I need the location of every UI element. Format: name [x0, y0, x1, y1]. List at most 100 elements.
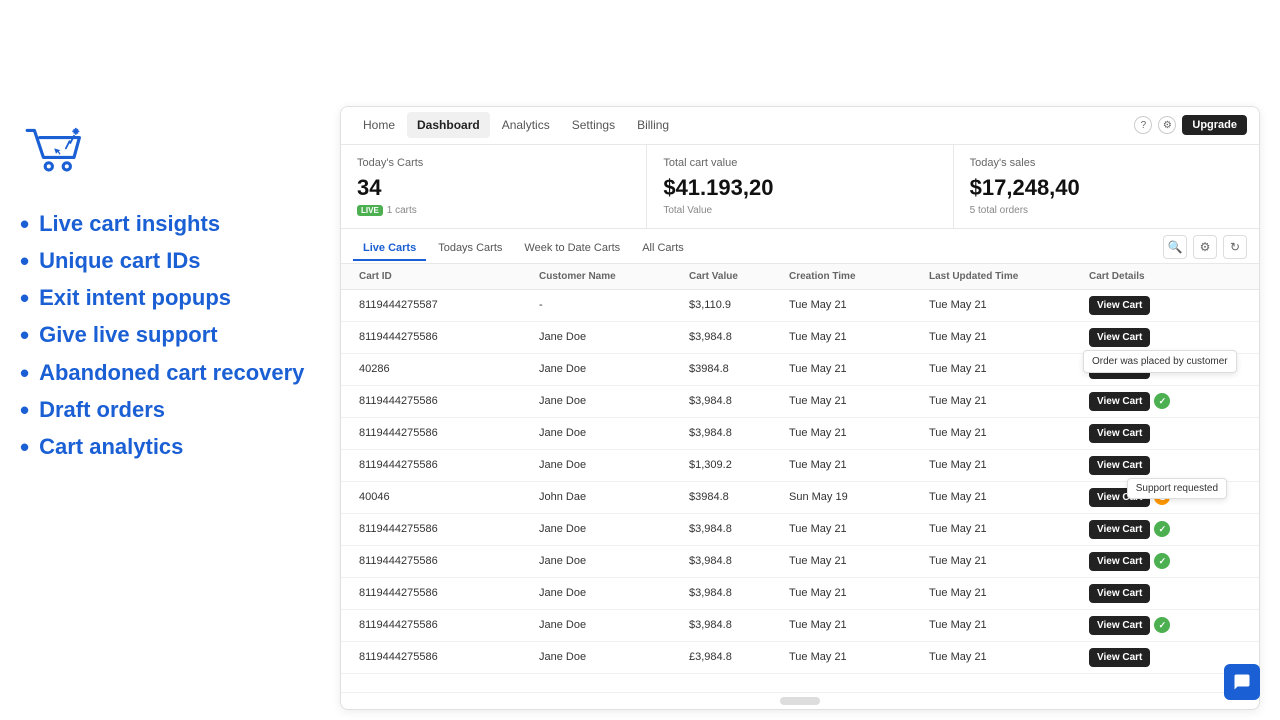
view-cart-button[interactable]: View Cart: [1089, 520, 1150, 539]
chat-bubble[interactable]: [1224, 664, 1260, 700]
cart-details-cell: View Cart: [1083, 578, 1247, 609]
table-cell: £3,984.8: [683, 645, 783, 669]
table-cell: 8119444275586: [353, 613, 533, 637]
table-cell: Jane Doe: [533, 453, 683, 477]
view-cart-button[interactable]: View Cart: [1089, 648, 1150, 667]
table-cell: Tue May 21: [783, 293, 923, 317]
headline: [20, 28, 1260, 88]
chat-icon: [1233, 673, 1251, 691]
table-cell: $3,984.8: [683, 549, 783, 573]
nav-item-settings[interactable]: Settings: [562, 112, 625, 138]
upgrade-button[interactable]: Upgrade: [1182, 115, 1247, 135]
table-cell: Jane Doe: [533, 517, 683, 541]
refresh-button[interactable]: ↻: [1223, 235, 1247, 259]
bullet-item: Abandoned cart recovery: [20, 360, 320, 389]
logo-area: [20, 116, 320, 193]
view-cart-button[interactable]: View Cart: [1089, 328, 1150, 347]
table-cell: Tue May 21: [783, 357, 923, 381]
table-cell: Tue May 21: [923, 293, 1083, 317]
table-cell: 8119444275586: [353, 581, 533, 605]
help-icon[interactable]: ?: [1134, 116, 1152, 134]
table-cell: Tue May 21: [923, 421, 1083, 445]
table-cell: $3,984.8: [683, 613, 783, 637]
page-header: [0, 0, 1280, 106]
nav-item-dashboard[interactable]: Dashboard: [407, 112, 490, 138]
view-cart-button[interactable]: View Cart: [1089, 584, 1150, 603]
nav-item-billing[interactable]: Billing: [627, 112, 679, 138]
stat-label: Today's sales: [970, 157, 1243, 169]
table-cell: Tue May 21: [783, 581, 923, 605]
stat-sub: 5 total orders: [970, 205, 1243, 216]
table-row: 8119444275586Jane Doe$3,984.8Tue May 21T…: [341, 610, 1259, 642]
view-cart-button[interactable]: View Cart: [1089, 392, 1150, 411]
cart-details-cell: View Cart: [1083, 642, 1247, 673]
table-cell: Tue May 21: [923, 389, 1083, 413]
table-cell: Tue May 21: [923, 549, 1083, 573]
table-tab-week-to-date-carts[interactable]: Week to Date Carts: [514, 237, 630, 261]
view-cart-button[interactable]: View Cart: [1089, 616, 1150, 635]
stat-label: Total cart value: [663, 157, 936, 169]
left-panel: Live cart insightsUnique cart IDsExit in…: [20, 106, 320, 710]
table-cell: Tue May 21: [923, 325, 1083, 349]
table-cell: 8119444275586: [353, 453, 533, 477]
table-cell: Jane Doe: [533, 581, 683, 605]
table-cell: 8119444275586: [353, 421, 533, 445]
table-cell: Tue May 21: [923, 357, 1083, 381]
view-cart-button[interactable]: View Cart: [1089, 552, 1150, 571]
table-header: Cart IDCustomer NameCart ValueCreation T…: [341, 264, 1259, 290]
table-cell: Tue May 21: [783, 645, 923, 669]
scroll-indicator: [341, 692, 1259, 709]
cart-details-cell: View Cart✓: [1083, 386, 1247, 417]
table-cell: Jane Doe: [533, 357, 683, 381]
data-table: Cart IDCustomer NameCart ValueCreation T…: [341, 264, 1259, 692]
table-header-cell: Last Updated Time: [923, 264, 1083, 289]
table-cell: Tue May 21: [923, 613, 1083, 637]
table-cell: $3,984.8: [683, 581, 783, 605]
view-cart-button[interactable]: View Cart: [1089, 456, 1150, 475]
stat-value: $17,248,40: [970, 175, 1243, 201]
scroll-thumb[interactable]: [780, 697, 820, 705]
table-header-cell: Customer Name: [533, 264, 683, 289]
table-cell: $1,309.2: [683, 453, 783, 477]
table-header-cell: Cart ID: [353, 264, 533, 289]
table-cell: $3,984.8: [683, 389, 783, 413]
green-status-dot: ✓: [1154, 521, 1170, 537]
nav-item-analytics[interactable]: Analytics: [492, 112, 560, 138]
table-cell: Jane Doe: [533, 389, 683, 413]
search-button[interactable]: 🔍: [1163, 235, 1187, 259]
table-cell: 8119444275586: [353, 645, 533, 669]
cart-logo-icon: [20, 116, 92, 188]
table-row: 8119444275586Jane Doe$3,984.8Tue May 21T…: [341, 546, 1259, 578]
table-tab-todays-carts[interactable]: Todays Carts: [428, 237, 512, 261]
cart-details-cell: View Cart: [1083, 418, 1247, 449]
green-status-dot: ✓: [1154, 617, 1170, 633]
settings-icon[interactable]: ⚙: [1158, 116, 1176, 134]
table-cell: $3984.8: [683, 485, 783, 509]
table-row: 8119444275586Jane Doe$3,984.8Tue May 21T…: [341, 322, 1259, 354]
table-header-cell: Cart Value: [683, 264, 783, 289]
table-cell: Sun May 19: [783, 485, 923, 509]
filter-button[interactable]: ⚙: [1193, 235, 1217, 259]
cart-details-cell: View Cart✓: [1083, 610, 1247, 641]
table-cell: Jane Doe: [533, 613, 683, 637]
nav-item-home[interactable]: Home: [353, 112, 405, 138]
cart-details-cell: View Cart✓: [1083, 514, 1247, 545]
stat-card: Today's Carts 34 LIVE 1 carts: [341, 145, 647, 228]
view-cart-button[interactable]: View Cart: [1089, 424, 1150, 443]
table-cell: Jane Doe: [533, 421, 683, 445]
table-tab-live-carts[interactable]: Live Carts: [353, 237, 426, 261]
table-header-cell: Cart Details: [1083, 264, 1247, 289]
table-row: 8119444275586Jane Doe$3,984.8Tue May 21T…: [341, 514, 1259, 546]
support-tooltip: Support requested: [1127, 478, 1227, 499]
view-cart-button[interactable]: View Cart: [1089, 296, 1150, 315]
nav-right: ? ⚙ Upgrade: [1134, 115, 1247, 135]
table-cell: Jane Doe: [533, 325, 683, 349]
table-cell: 8119444275587: [353, 293, 533, 317]
table-cell: Tue May 21: [923, 453, 1083, 477]
table-cell: Tue May 21: [783, 613, 923, 637]
table-tab-all-carts[interactable]: All Carts: [632, 237, 694, 261]
table-cell: Tue May 21: [783, 325, 923, 349]
table-cell: 8119444275586: [353, 549, 533, 573]
table-cell: 8119444275586: [353, 325, 533, 349]
order-tooltip: Order was placed by customer: [1083, 350, 1237, 373]
